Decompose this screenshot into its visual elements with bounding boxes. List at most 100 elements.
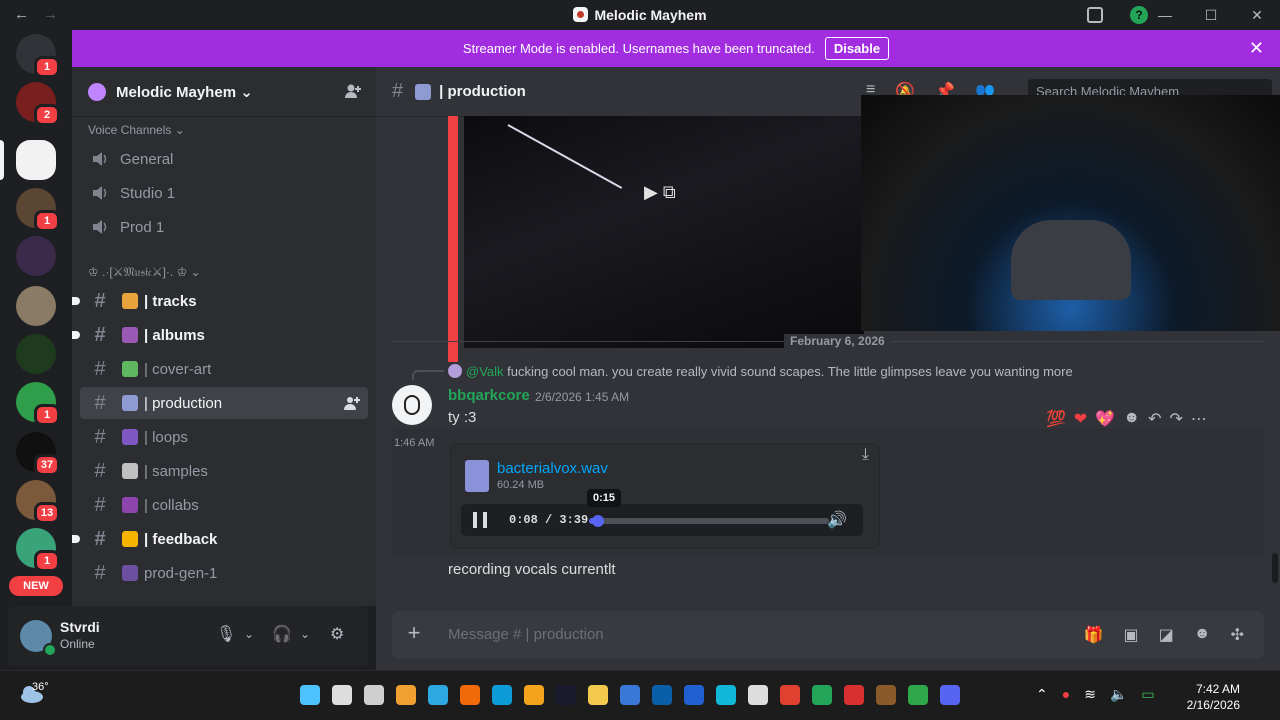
scrollbar[interactable] <box>1272 553 1278 583</box>
more-options-icon[interactable]: ⋯ <box>1191 409 1207 429</box>
headphones-icon[interactable]: 🎧 <box>272 624 292 644</box>
seek-bar[interactable] <box>589 515 829 527</box>
hp-icon[interactable] <box>620 685 640 705</box>
close-banner-icon[interactable]: ✕ <box>1249 38 1264 59</box>
battery-icon[interactable]: ▭ <box>1141 686 1154 703</box>
text-channel[interactable]: # | loops <box>80 421 368 453</box>
app-brown-icon[interactable] <box>876 685 896 705</box>
minimize-button[interactable]: — <box>1142 7 1188 23</box>
video-embed[interactable]: ▶ ⧉ <box>464 116 864 348</box>
voice-category[interactable]: Voice Channels ⌄ <box>88 123 185 137</box>
emoji-icon[interactable]: ☻ <box>1194 625 1211 645</box>
taskbar-clock[interactable]: 7:42 AM 2/16/2026 <box>1187 681 1240 713</box>
voice-channel-label: Prod 1 <box>120 218 165 236</box>
server-server-green-char[interactable]: 1 <box>16 382 60 426</box>
attachment-filename[interactable]: bacterialvox.wav <box>497 460 608 477</box>
seek-handle[interactable] <box>591 515 604 527</box>
chrome-icon[interactable] <box>780 685 800 705</box>
gift-icon[interactable]: 🎁 <box>1084 625 1104 645</box>
windows-start-icon[interactable] <box>300 685 320 705</box>
app-icon[interactable] <box>556 685 576 705</box>
text-channel[interactable]: # | collabs <box>80 489 368 521</box>
copilot-icon[interactable] <box>396 685 416 705</box>
text-channel[interactable]: # prod-gen-1 <box>80 557 368 589</box>
sticker-icon[interactable]: ◪ <box>1159 625 1174 645</box>
add-reaction-icon[interactable]: ☻ <box>1123 409 1140 429</box>
voice-channel[interactable]: Prod 1 <box>80 211 368 243</box>
app-green-icon[interactable] <box>812 685 832 705</box>
task-view-icon[interactable] <box>364 685 384 705</box>
xbox-icon[interactable] <box>908 685 928 705</box>
back-button[interactable]: ← <box>14 6 29 23</box>
sparkling-heart-icon[interactable]: 💖 <box>1095 409 1115 429</box>
text-channel[interactable]: # | production <box>80 387 368 419</box>
maximize-button[interactable]: ☐ <box>1188 7 1234 24</box>
photoshop-icon[interactable] <box>652 685 672 705</box>
speaker-icon[interactable]: 🔈 <box>1110 686 1127 703</box>
volume-icon[interactable]: 🔊 <box>827 510 847 530</box>
wifi-icon[interactable]: ≋ <box>1084 686 1096 703</box>
text-channel[interactable]: # | feedback <box>72 523 368 555</box>
store-icon[interactable] <box>428 685 448 705</box>
new-unreads-pill[interactable]: NEW <box>9 576 63 596</box>
server-server-keyboard[interactable]: 1 <box>16 528 60 572</box>
server-server-gold-crest[interactable]: 1 <box>16 188 60 232</box>
text-channel[interactable]: # | cover-art <box>80 353 368 385</box>
microphone-icon[interactable]: ● <box>1062 686 1070 703</box>
inbox-icon[interactable] <box>1087 7 1103 23</box>
avatar[interactable] <box>392 385 432 425</box>
server-server-skilladines[interactable]: 37 <box>16 432 60 476</box>
server-server-galaxy[interactable] <box>16 236 56 276</box>
window-titlebar: ← → Melodic Mayhem ? — ☐ ✕ <box>0 0 1280 30</box>
text-channel[interactable]: # | albums <box>72 319 368 351</box>
gif-icon[interactable]: ▣ <box>1124 625 1139 645</box>
server-melodic-mayhem[interactable] <box>0 140 56 180</box>
search-icon[interactable] <box>332 685 352 705</box>
office-icon[interactable] <box>460 685 480 705</box>
browser-icon[interactable] <box>716 685 736 705</box>
pause-button[interactable] <box>473 512 487 528</box>
play-video-icon[interactable]: ▶ ⧉ <box>644 182 676 203</box>
guild-header[interactable]: Melodic Mayhem ⌄ <box>72 67 376 117</box>
app-red-icon[interactable] <box>844 685 864 705</box>
microphone-icon[interactable]: 🎙 <box>216 624 236 644</box>
voice-channel[interactable]: General <box>80 143 368 175</box>
apps-icon[interactable]: ✣ <box>1231 625 1244 645</box>
app-c-icon[interactable] <box>684 685 704 705</box>
download-icon[interactable]: ⤓ <box>862 446 869 464</box>
forward-icon[interactable]: ↷ <box>1170 409 1183 429</box>
server-discord-home[interactable]: 1 <box>16 34 60 78</box>
add-member-icon[interactable] <box>344 395 360 411</box>
close-window-button[interactable]: ✕ <box>1234 7 1280 24</box>
server-server-tan[interactable] <box>16 286 56 326</box>
app-icon[interactable] <box>748 685 768 705</box>
music-category[interactable]: ♔ .·[⚔𝔐𝔲𝔰𝔦𝔠⚔]·. ♔ ⌄ <box>88 265 201 280</box>
settings-gear-icon[interactable]: ⚙ <box>330 624 344 644</box>
server-server-cashcow[interactable] <box>16 334 56 374</box>
audio-options-chevron-icon[interactable]: ⌄ <box>300 627 310 641</box>
tray-chevron-icon[interactable]: ⌃ <box>1036 686 1048 703</box>
reply-mention[interactable]: @Valk <box>466 364 504 379</box>
attach-plus-button[interactable]: + <box>402 621 426 645</box>
invite-people-icon[interactable] <box>344 83 362 99</box>
edge-icon[interactable] <box>492 685 512 705</box>
forward-button[interactable]: → <box>43 6 58 23</box>
file-explorer-icon[interactable] <box>588 685 608 705</box>
message-author[interactable]: bbqarkcore <box>448 387 530 404</box>
amazon-icon[interactable] <box>524 685 544 705</box>
disable-streamer-mode-button[interactable]: Disable <box>824 37 890 60</box>
message-input[interactable]: Message # | production <box>448 626 604 643</box>
voice-channel[interactable]: Studio 1 <box>80 177 368 209</box>
reply-preview[interactable]: @Valk fucking cool man. you create reall… <box>448 364 1073 379</box>
username[interactable]: Stvrdi <box>60 619 100 635</box>
hundred-points-icon[interactable]: 💯 <box>1046 409 1066 429</box>
discord-icon[interactable] <box>940 685 960 705</box>
heart-icon[interactable]: ❤ <box>1074 409 1087 429</box>
server-server-brown[interactable]: 13 <box>16 480 60 524</box>
mic-options-chevron-icon[interactable]: ⌄ <box>244 627 254 641</box>
channel-label: | production <box>144 394 223 412</box>
text-channel[interactable]: # | samples <box>80 455 368 487</box>
reply-icon[interactable]: ↶ <box>1148 409 1161 429</box>
text-channel[interactable]: # | tracks <box>72 285 368 317</box>
server-server-red-avatar[interactable]: 2 <box>16 82 60 126</box>
